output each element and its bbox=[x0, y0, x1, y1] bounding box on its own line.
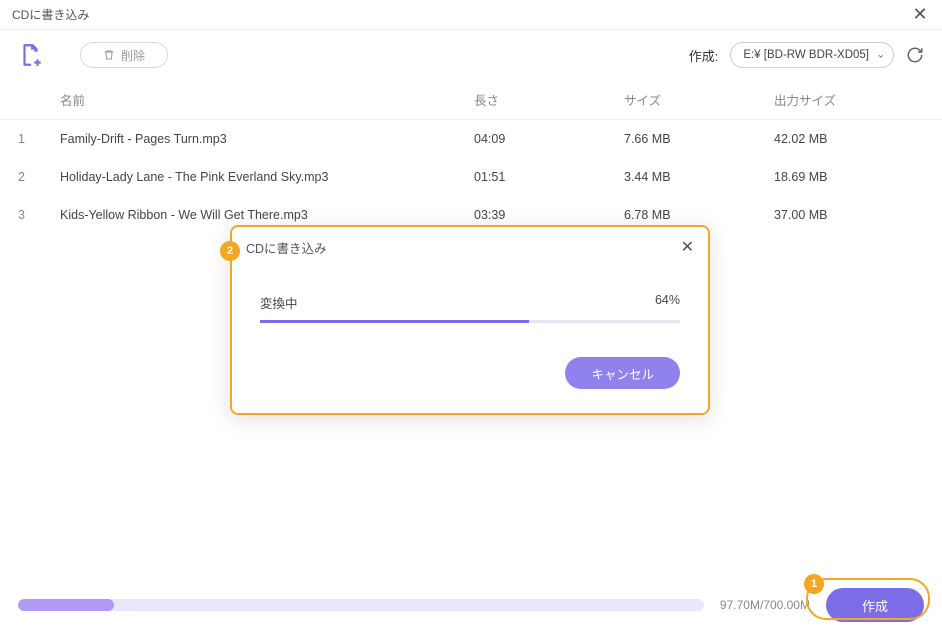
chevron-down-icon: ⌄ bbox=[877, 50, 885, 61]
table-row[interactable]: 2 Holiday-Lady Lane - The Pink Everland … bbox=[0, 158, 942, 196]
row-output: 18.69 MB bbox=[774, 170, 924, 184]
row-name: Family-Drift - Pages Turn.mp3 bbox=[60, 132, 474, 146]
footer: 97.70M/700.00M 1 作成 bbox=[0, 575, 942, 635]
row-length: 01:51 bbox=[474, 170, 624, 184]
row-size: 6.78 MB bbox=[624, 208, 774, 222]
drive-value: E:¥ [BD-RW BDR-XD05] bbox=[743, 49, 869, 61]
row-name: Kids-Yellow Ribbon - We Will Get There.m… bbox=[60, 208, 474, 222]
table-header: 名前 長さ サイズ 出力サイズ bbox=[0, 80, 942, 120]
drive-select[interactable]: E:¥ [BD-RW BDR-XD05] ⌄ bbox=[730, 42, 894, 68]
titlebar: CDに書き込み ✕ bbox=[0, 0, 942, 30]
capacity-bar bbox=[18, 599, 704, 611]
capacity-fill bbox=[18, 599, 114, 611]
trash-icon bbox=[103, 49, 115, 61]
toolbar-right: 作成: E:¥ [BD-RW BDR-XD05] ⌄ bbox=[689, 42, 924, 68]
create-wrap: 1 作成 bbox=[826, 588, 924, 622]
row-length: 04:09 bbox=[474, 132, 624, 146]
row-name: Holiday-Lady Lane - The Pink Everland Sk… bbox=[60, 170, 474, 184]
callout-badge-2: 2 bbox=[220, 241, 240, 261]
row-output: 37.00 MB bbox=[774, 208, 924, 222]
row-index: 2 bbox=[18, 170, 60, 184]
row-output: 42.02 MB bbox=[774, 132, 924, 146]
delete-button[interactable]: 削除 bbox=[80, 42, 168, 68]
window-title: CDに書き込み bbox=[12, 6, 89, 23]
row-index: 3 bbox=[18, 208, 60, 222]
progress-bar bbox=[260, 320, 680, 323]
modal-title: CDに書き込み bbox=[246, 238, 327, 257]
delete-label: 削除 bbox=[121, 47, 145, 64]
toolbar: 削除 作成: E:¥ [BD-RW BDR-XD05] ⌄ bbox=[0, 30, 942, 80]
table-body: 1 Family-Drift - Pages Turn.mp3 04:09 7.… bbox=[0, 120, 942, 234]
drive-label: 作成: bbox=[689, 46, 719, 65]
progress-status: 変換中 bbox=[260, 293, 298, 312]
row-length: 03:39 bbox=[474, 208, 624, 222]
table-row[interactable]: 1 Family-Drift - Pages Turn.mp3 04:09 7.… bbox=[0, 120, 942, 158]
row-size: 7.66 MB bbox=[624, 132, 774, 146]
close-icon[interactable]: ✕ bbox=[910, 4, 930, 25]
create-button[interactable]: 作成 bbox=[826, 588, 924, 622]
progress-fill bbox=[260, 320, 529, 323]
cancel-button[interactable]: キャンセル bbox=[565, 357, 680, 389]
col-size: サイズ bbox=[624, 90, 774, 109]
refresh-icon[interactable] bbox=[906, 46, 924, 64]
add-file-icon[interactable] bbox=[18, 42, 44, 68]
col-length: 長さ bbox=[474, 90, 624, 109]
col-output: 出力サイズ bbox=[774, 90, 924, 109]
progress-modal: 2 CDに書き込み ✕ 変換中 64% キャンセル bbox=[230, 225, 710, 415]
toolbar-left: 削除 bbox=[18, 42, 689, 68]
modal-body: 変換中 64% bbox=[232, 267, 708, 333]
row-index: 1 bbox=[18, 132, 60, 146]
capacity-text: 97.70M/700.00M bbox=[720, 598, 810, 612]
burn-cd-window: CDに書き込み ✕ 削除 作成: E:¥ [BD-RW BDR-XD05] ⌄ … bbox=[0, 0, 942, 635]
progress-row: 変換中 64% bbox=[260, 293, 680, 312]
close-icon[interactable]: ✕ bbox=[681, 237, 694, 257]
modal-header: CDに書き込み ✕ bbox=[232, 227, 708, 267]
callout-badge-1: 1 bbox=[804, 574, 824, 594]
row-size: 3.44 MB bbox=[624, 170, 774, 184]
col-name: 名前 bbox=[60, 90, 474, 109]
modal-footer: キャンセル bbox=[232, 333, 708, 389]
progress-percent: 64% bbox=[655, 293, 680, 312]
